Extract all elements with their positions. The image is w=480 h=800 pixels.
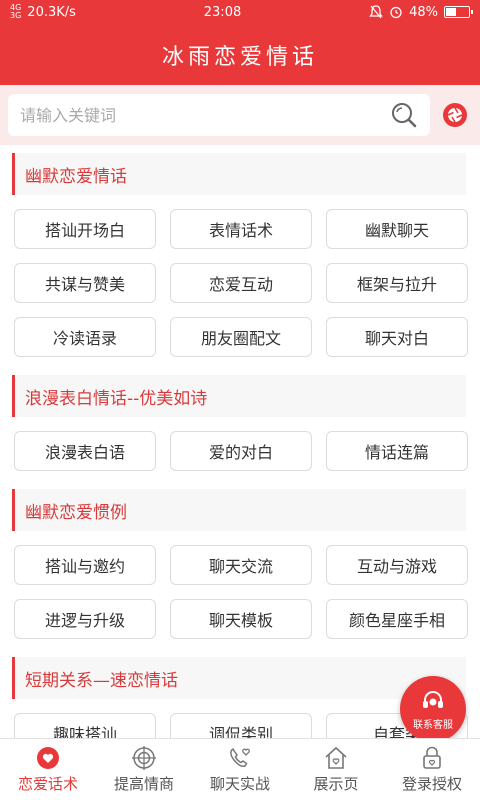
tag-item[interactable]: 冷读语录 (14, 317, 156, 357)
section-title: 幽默恋爱情话 (12, 153, 466, 195)
tag-grid: 搭讪开场白 表情话术 幽默聊天 共谋与赞美 恋爱互动 框架与拉升 冷读语录 朋友… (0, 195, 480, 367)
tab-label: 展示页 (313, 775, 359, 793)
network-signal: 4G 3G (10, 4, 21, 20)
tab-chat-practice[interactable]: 聊天实战 (192, 739, 288, 800)
status-left: 4G 3G 20.3K/s (10, 4, 76, 20)
tag-item[interactable]: 聊天对白 (326, 317, 468, 357)
tab-label: 提高情商 (113, 775, 174, 793)
tag-item[interactable]: 聊天模板 (170, 599, 312, 639)
section-title: 幽默恋爱惯例 (12, 489, 466, 531)
network-3g: 3G (10, 11, 22, 20)
headset-icon (423, 690, 443, 708)
bottom-tab-bar: 恋爱话术 提高情商 聊天实战 展示页 登录授权 (0, 738, 480, 800)
tag-grid: 搭讪与邀约 聊天交流 互动与游戏 进逻与升级 聊天模板 颜色星座手相 (0, 531, 480, 649)
tab-love-talk[interactable]: 恋爱话术 (0, 739, 96, 800)
section-humor-routines: 幽默恋爱惯例 搭讪与邀约 聊天交流 互动与游戏 进逻与升级 聊天模板 颜色星座手… (0, 489, 480, 649)
battery-text: 48% (409, 4, 438, 20)
tag-item[interactable]: 框架与拉升 (326, 263, 468, 303)
search-box[interactable] (8, 94, 430, 136)
search-bar (0, 85, 480, 145)
tag-item[interactable]: 恋爱互动 (170, 263, 312, 303)
lock-icon (423, 746, 441, 769)
status-bar: 4G 3G 20.3K/s 23:08 48% (0, 0, 480, 24)
tag-item[interactable]: 浪漫表白语 (14, 431, 156, 471)
tag-item[interactable]: 互动与游戏 (326, 545, 468, 585)
search-input[interactable] (20, 105, 390, 125)
tag-item[interactable]: 搭讪与邀约 (14, 545, 156, 585)
contact-service-label: 联系客服 (413, 719, 453, 731)
contact-service-button[interactable]: 联系客服 (400, 676, 466, 742)
section-title: 短期关系—速恋情话 (12, 657, 466, 699)
section-humor-love: 幽默恋爱情话 搭讪开场白 表情话术 幽默聊天 共谋与赞美 恋爱互动 框架与拉升 … (0, 153, 480, 367)
tab-improve-eq[interactable]: 提高情商 (96, 739, 192, 800)
app-header: 4G 3G 20.3K/s 23:08 48% 冰雨恋爱情话 (0, 0, 480, 85)
tag-item[interactable]: 爱的对白 (170, 431, 312, 471)
heart-chat-icon (37, 747, 59, 769)
tab-label: 登录授权 (401, 775, 462, 793)
bell-icon (369, 5, 383, 19)
tab-showcase[interactable]: 展示页 (288, 739, 384, 800)
tag-item[interactable]: 调侃类别 (170, 713, 312, 738)
tag-item[interactable]: 情话连篇 (326, 431, 468, 471)
tab-login[interactable]: 登录授权 (384, 739, 480, 800)
tag-item[interactable]: 朋友圈配文 (170, 317, 312, 357)
tag-item[interactable]: 幽默聊天 (326, 209, 468, 249)
battery-icon (443, 6, 473, 18)
content-area: 幽默恋爱情话 搭讪开场白 表情话术 幽默聊天 共谋与赞美 恋爱互动 框架与拉升 … (0, 145, 480, 738)
target-icon (132, 746, 156, 770)
section-title: 浪漫表白情话--优美如诗 (12, 375, 466, 417)
tag-grid: 浪漫表白语 爱的对白 情话连篇 (0, 417, 480, 481)
status-time: 23:08 (203, 4, 242, 20)
tab-label: 聊天实战 (209, 775, 270, 793)
section-romantic: 浪漫表白情话--优美如诗 浪漫表白语 爱的对白 情话连篇 (0, 375, 480, 481)
status-right: 48% (369, 4, 473, 20)
tag-item[interactable]: 颜色星座手相 (326, 599, 468, 639)
page-title: 冰雨恋爱情话 (161, 44, 318, 70)
phone-heart-icon (230, 747, 250, 767)
home-icon (325, 746, 347, 769)
camera-shutter-icon[interactable] (442, 102, 468, 128)
alarm-icon (390, 6, 402, 19)
tab-label: 恋爱话术 (17, 775, 78, 793)
tag-item[interactable]: 搭讪开场白 (14, 209, 156, 249)
tag-item[interactable]: 表情话术 (170, 209, 312, 249)
network-speed: 20.3K/s (27, 4, 76, 20)
tag-item[interactable]: 共谋与赞美 (14, 263, 156, 303)
tag-item[interactable]: 聊天交流 (170, 545, 312, 585)
search-icon[interactable] (390, 101, 418, 129)
tag-item[interactable]: 趣味搭讪 (14, 713, 156, 738)
tag-item[interactable]: 进逻与升级 (14, 599, 156, 639)
